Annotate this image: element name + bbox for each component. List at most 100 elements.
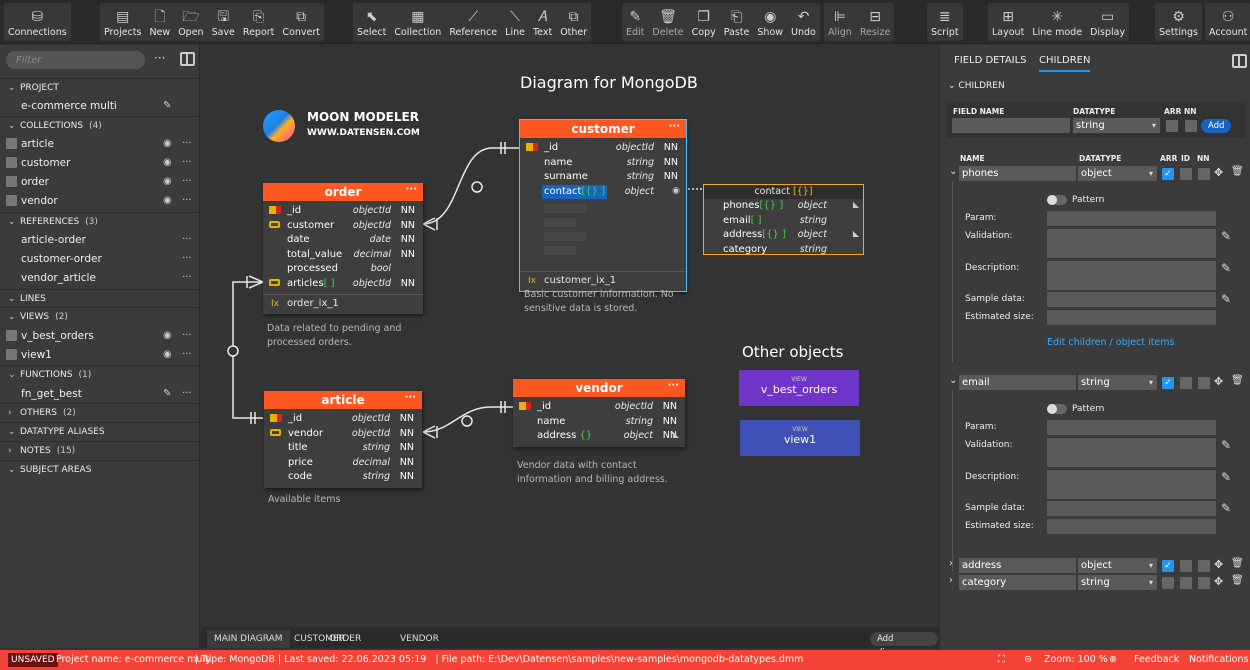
select-button[interactable]: ⬉ Select	[353, 3, 390, 41]
field-row[interactable]: customer objectId NN	[263, 219, 423, 234]
layout-button[interactable]: ⊞ Layout	[988, 3, 1028, 41]
description-field[interactable]	[1047, 261, 1216, 290]
collection-button[interactable]: ▦ Collection	[390, 3, 445, 41]
more-icon[interactable]: ···	[405, 389, 416, 407]
edit-icon[interactable]: ✎	[1221, 261, 1231, 275]
sidebar-item[interactable]: v_best_orders ◉ ···	[0, 326, 200, 345]
add-field-button[interactable]: Add	[1201, 119, 1232, 133]
more-icon[interactable]: ···	[182, 272, 192, 283]
panel-toggle-icon[interactable]	[1232, 54, 1247, 68]
field-row[interactable]: contact[{} ] object ◉	[520, 184, 686, 200]
reference-button[interactable]: ⟋ Reference	[445, 3, 501, 41]
child-datatype-select[interactable]: string	[1078, 575, 1157, 590]
sidebar-item[interactable]: order ◉ ···	[0, 172, 200, 191]
more-icon[interactable]: ···	[668, 377, 679, 395]
projects-button[interactable]: ▤ Projects	[100, 3, 145, 41]
chevron-down-icon[interactable]: ⌄	[949, 375, 957, 386]
field-row[interactable]: _id objectId NN	[263, 204, 423, 219]
validation-field[interactable]	[1047, 229, 1216, 258]
add-diagram-button[interactable]: Add diagram	[870, 632, 938, 658]
chevron-right-icon[interactable]: ›	[949, 575, 953, 586]
section-aliases[interactable]: ⌄ DATATYPE ALIASES	[0, 422, 200, 440]
field-row[interactable]: _id objectId NN	[264, 412, 422, 427]
section-children[interactable]: ⌄ CHILDREN	[948, 81, 1005, 91]
new-field-datatype-select[interactable]: string	[1073, 118, 1160, 133]
sidebar-item[interactable]: fn_get_best ✎ ···	[0, 384, 200, 403]
edit-icon[interactable]: ✎	[1221, 438, 1231, 452]
more-icon[interactable]: ···	[182, 253, 192, 264]
function-icon[interactable]: ✎	[163, 388, 171, 399]
resize-button[interactable]: ⊟ Resize	[856, 3, 894, 41]
align-button[interactable]: ⊫ Align	[824, 3, 856, 41]
more-icon[interactable]: ···	[182, 388, 192, 399]
field-row[interactable]: price decimal NN	[264, 456, 422, 471]
field-row[interactable]: vendor objectId NN	[264, 427, 422, 442]
entity-vendor[interactable]: vendor ··· _id objectId NN name string NN addres…	[513, 379, 685, 447]
text-button[interactable]: 𝐴 Text	[529, 3, 556, 41]
field-row[interactable]: total_value decimal NN	[263, 248, 423, 263]
field-row[interactable]: name string NN	[513, 415, 685, 430]
fullscreen-icon[interactable]: ⛶	[998, 650, 1005, 670]
new-field-arr-checkbox[interactable]	[1166, 120, 1178, 132]
connections-button[interactable]: ⛁ Connections	[4, 3, 71, 41]
section-others[interactable]: › OTHERS (2)	[0, 403, 200, 421]
move-icon[interactable]: ✥	[1214, 166, 1223, 179]
child-id-checkbox[interactable]	[1180, 560, 1192, 572]
nested-field-row[interactable]: email[ ] string	[704, 214, 863, 229]
more-icon[interactable]: ···	[154, 51, 165, 65]
more-icon[interactable]: ···	[669, 118, 680, 136]
open-button[interactable]: 🗁 Open	[174, 3, 207, 41]
child-id-checkbox[interactable]	[1180, 577, 1192, 589]
diagram-canvas[interactable]: Diagram for MongoDB MOON MODELER WWW.DAT…	[201, 45, 938, 627]
display-button[interactable]: ▭ Display	[1086, 3, 1129, 41]
eye-icon[interactable]: ◉	[163, 138, 172, 149]
checkbox[interactable]	[6, 195, 17, 206]
notifications-link[interactable]: Notifications	[1189, 650, 1248, 670]
child-arr-checkbox[interactable]: ✓	[1162, 377, 1174, 389]
line-button[interactable]: ⟍ Line	[501, 3, 529, 41]
field-row[interactable]: surname string NN	[520, 170, 686, 185]
child-name-input[interactable]	[959, 575, 1076, 590]
sidebar-item[interactable]: customer ◉ ···	[0, 153, 200, 172]
section-notes[interactable]: › NOTES (15)	[0, 441, 200, 459]
view-v_best_orders[interactable]: VIEW v_best_orders	[739, 370, 859, 406]
entity-header[interactable]: article ···	[264, 391, 422, 409]
eye-icon[interactable]: ◉	[672, 186, 680, 196]
move-icon[interactable]: ✥	[1214, 558, 1223, 571]
section-collections[interactable]: ⌄ COLLECTIONS (4)	[0, 116, 200, 134]
child-id-checkbox[interactable]	[1180, 377, 1192, 389]
checkbox[interactable]	[6, 330, 17, 341]
pattern-toggle[interactable]	[1047, 195, 1067, 205]
child-nn-checkbox[interactable]	[1198, 577, 1210, 589]
checkbox[interactable]	[6, 157, 17, 168]
edit-icon[interactable]: ✎	[1221, 229, 1231, 243]
more-icon[interactable]: ···	[182, 330, 192, 341]
line-mode-button[interactable]: ✳ Line mode	[1028, 3, 1086, 41]
field-row[interactable]: name string NN	[520, 156, 686, 171]
nested-field-row[interactable]: phones[{} ] object ◣	[704, 199, 863, 214]
field-row[interactable]: _id objectId NN	[520, 141, 686, 156]
panel-toggle-icon[interactable]	[180, 52, 195, 66]
field-row[interactable]: date date NN	[263, 233, 423, 248]
entity-customer[interactable]: customer ··· _id objectId NN name string NN surn…	[519, 118, 687, 292]
edit-icon[interactable]: ✎	[1221, 501, 1231, 515]
sidebar-item[interactable]: vendor ◉ ···	[0, 191, 200, 210]
index-row[interactable]: Ix order_ix_1	[263, 294, 423, 314]
child-arr-checkbox[interactable]: ✓	[1162, 560, 1174, 572]
eye-icon[interactable]: ◉	[163, 330, 172, 341]
edit-icon[interactable]: ✎	[1221, 470, 1231, 484]
field-row[interactable]: title string NN	[264, 441, 422, 456]
undo-button[interactable]: ↶ Undo	[787, 3, 820, 41]
checkbox[interactable]	[6, 176, 17, 187]
child-nn-checkbox[interactable]	[1198, 168, 1210, 180]
new-field-name-input[interactable]	[952, 118, 1070, 133]
validation-field[interactable]	[1047, 438, 1216, 467]
nested-icon[interactable]: ◣	[853, 200, 859, 209]
eye-icon[interactable]: ◉	[163, 349, 172, 360]
view-view1[interactable]: VIEW view1	[740, 420, 860, 456]
chevron-down-icon[interactable]: ⌄	[949, 166, 957, 177]
more-icon[interactable]: ···	[182, 138, 192, 149]
trash-icon[interactable]: 🗑	[1231, 375, 1244, 386]
param-field[interactable]	[1047, 211, 1216, 226]
child-arr-checkbox[interactable]	[1162, 577, 1174, 589]
